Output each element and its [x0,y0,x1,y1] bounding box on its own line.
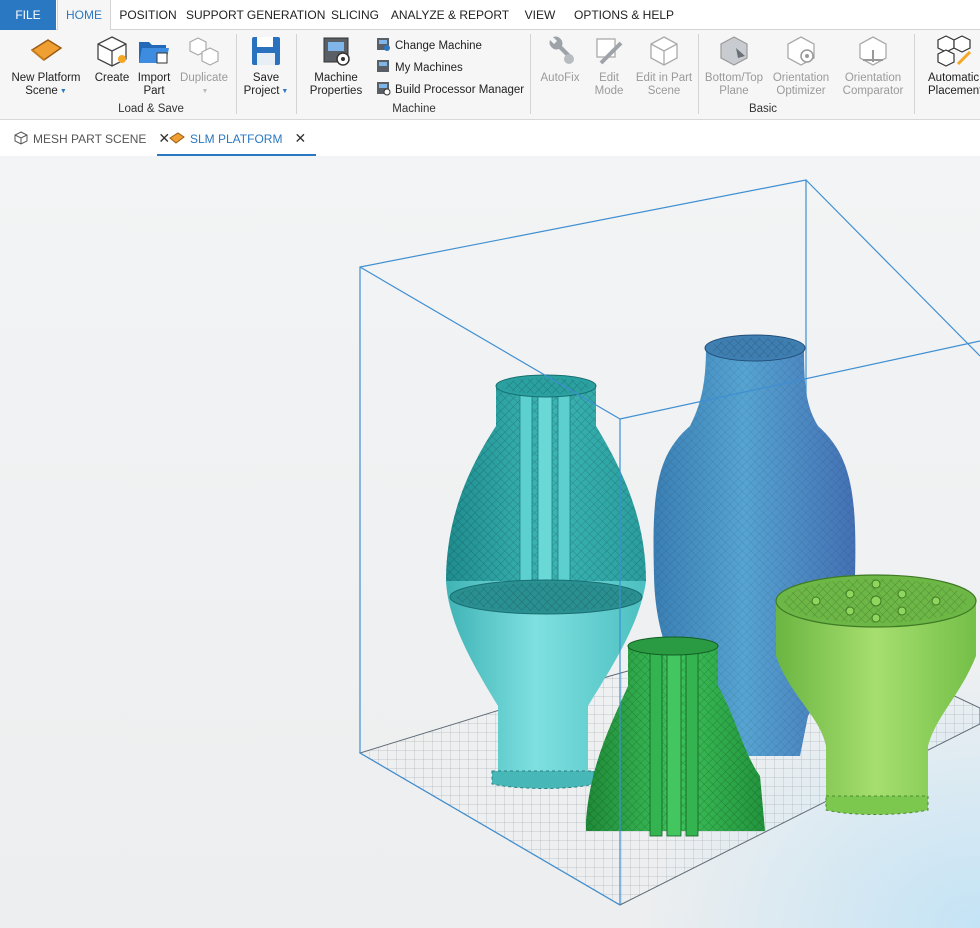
machine-props-label-1: Machine [314,72,358,84]
orient-opt-label-1: Orientation [772,72,830,84]
scene-svg [358,179,980,928]
build-processor-label: Build Processor Manager [395,84,525,96]
group-separator [236,34,237,114]
change-machine-button[interactable]: Change Machine [376,37,482,55]
machine-icon [304,34,368,68]
save-project-button[interactable]: Save Project ▼ [242,34,290,98]
orientation-optimizer-button[interactable]: Orientation Optimizer [768,34,834,98]
tab-mesh-part-scene[interactable]: MESH PART SCENE ✕ [14,121,170,156]
machine-icon [376,82,395,96]
menu-tab-options-help[interactable]: OPTIONS & HELP [572,0,676,30]
create-button[interactable]: Create [92,34,132,85]
menu-tab-position[interactable]: POSITION [113,0,183,30]
platform-icon [8,34,84,68]
placement-icon [924,34,980,68]
duplicate-button[interactable]: Duplicate ▼ [178,34,230,98]
import-part-button[interactable]: Import Part [134,34,174,98]
menu-bar: FILE HOME POSITION SUPPORT GENERATION SL… [0,0,980,31]
duplicate-icon [178,34,230,68]
tab-mesh-part-scene-label: MESH PART SCENE [33,132,147,146]
bottom-top-label-2: Plane [719,85,749,97]
edit-part-label-1: Edit in Part [635,72,693,84]
comparator-icon [840,34,906,68]
edit-mode-label-1: Edit [599,72,619,84]
menu-tab-analyze-report[interactable]: ANALYZE & REPORT [390,0,510,30]
edit-mode-button[interactable]: Edit Mode [586,34,632,98]
group-label-load-save: Load & Save [118,103,184,115]
orientation-icon [768,34,834,68]
auto-place-label-2: Placement [928,85,980,97]
auto-place-label-1: Automatic [928,72,980,84]
edit-mode-label-2: Mode [594,85,624,97]
orient-comp-label-2: Comparator [842,85,904,97]
save-icon [242,34,290,68]
group-separator [914,34,915,114]
3d-viewport[interactable] [0,156,980,928]
bottom-top-label-1: Bottom/Top [704,72,764,84]
build-processor-manager-button[interactable]: Build Processor Manager [376,81,524,99]
menu-tab-view[interactable]: VIEW [518,0,562,30]
orientation-comparator-button[interactable]: Orientation Comparator [840,34,906,98]
close-icon[interactable]: ✕ [294,121,306,156]
import-label-2: Part [143,85,165,97]
group-label-machine: Machine [392,103,436,115]
duplicate-label: Duplicate [180,72,228,84]
automatic-placement-button[interactable]: Automatic Placement [924,34,980,98]
folder-icon [134,34,174,68]
menu-tab-file[interactable]: FILE [0,0,56,30]
edit-icon [586,34,632,68]
create-label: Create [94,72,130,84]
ribbon: New Platform Scene ▼ Create Import Part D… [0,30,980,120]
tab-slm-platform-label: SLM PLATFORM [190,132,283,146]
menu-tab-slicing[interactable]: SLICING [326,0,384,30]
orient-opt-label-2: Optimizer [776,85,826,97]
autofix-button[interactable]: AutoFix [536,34,584,85]
new-platform-label-2: Scene [25,85,58,97]
machine-props-label-2: Properties [309,85,363,97]
tab-slm-platform[interactable]: SLM PLATFORM ✕ [157,121,317,156]
chevron-down-icon: ▼ [201,88,209,95]
machine-icon [376,38,395,52]
machine-properties-button[interactable]: Machine Properties [304,34,368,98]
save-label-1: Save [252,72,280,84]
import-label-1: Import [137,72,171,84]
document-tabs: MESH PART SCENE ✕ SLM PLATFORM ✕ [0,121,980,156]
cube-edit-icon [634,34,694,68]
menu-tab-home[interactable]: HOME [57,0,111,31]
plane-icon [702,34,766,68]
platform-icon [169,132,190,146]
wrench-icon [536,34,584,68]
create-cube-icon [92,34,132,68]
machine-icon [376,60,395,74]
group-separator [296,34,297,114]
orient-comp-label-1: Orientation [844,72,902,84]
mesh-cube-icon [14,131,33,146]
edit-in-part-scene-button[interactable]: Edit in Part Scene [634,34,694,98]
menu-tab-support-generation[interactable]: SUPPORT GENERATION [186,0,325,30]
save-label-2: Project [243,85,280,97]
chevron-down-icon: ▼ [281,88,289,95]
group-separator [530,34,531,114]
edit-part-label-2: Scene [647,85,681,97]
chevron-down-icon: ▼ [59,88,67,95]
my-machines-label: My Machines [395,62,463,74]
new-platform-scene-button[interactable]: New Platform Scene ▼ [8,34,84,98]
autofix-label: AutoFix [540,72,580,84]
change-machine-label: Change Machine [395,40,482,52]
bottom-top-plane-button[interactable]: Bottom/Top Plane [702,34,766,98]
group-separator [698,34,699,114]
new-platform-label-1: New Platform [11,72,81,84]
my-machines-button[interactable]: My Machines [376,59,463,77]
